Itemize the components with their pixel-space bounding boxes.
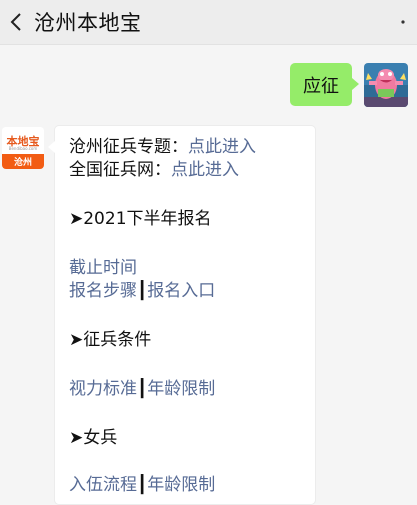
female-age-limit-link[interactable]: 年龄限制 bbox=[147, 475, 215, 495]
incoming-message-bubble: 沧州征兵专题：点此进入 全国征兵网：点此进入 ➤2021下半年报名 截止时间 报… bbox=[48, 125, 316, 505]
local-topic-link[interactable]: 点此进入 bbox=[188, 137, 256, 157]
age-limit-link[interactable]: 年龄限制 bbox=[147, 379, 215, 399]
national-site-label: 全国征兵网： bbox=[69, 160, 171, 180]
steps-link[interactable]: 报名步骤 bbox=[69, 281, 137, 301]
enlistment-process-link[interactable]: 入伍流程 bbox=[69, 475, 137, 495]
separator: ┃ bbox=[137, 379, 148, 399]
outgoing-message-bubble[interactable]: 应征 bbox=[290, 63, 359, 106]
sender-url-text: Bendibao.com bbox=[8, 146, 38, 151]
chat-title: 沧州本地宝 bbox=[34, 11, 142, 35]
top-bar: 沧州本地宝 bbox=[0, 0, 417, 45]
local-topic-label: 沧州征兵专题： bbox=[69, 137, 188, 157]
sender-city-text: 沧州 bbox=[13, 158, 32, 168]
separator: ┃ bbox=[137, 281, 148, 301]
national-site-link[interactable]: 点此进入 bbox=[171, 160, 239, 180]
deadline-link[interactable]: 截止时间 bbox=[69, 257, 137, 279]
section-heading-conditions: ➤征兵条件 bbox=[69, 330, 152, 350]
chevron-left-icon[interactable] bbox=[7, 11, 27, 33]
section-heading-registration: ➤2021下半年报名 bbox=[69, 209, 212, 229]
more-dots-icon[interactable] bbox=[391, 14, 407, 30]
separator: ┃ bbox=[137, 475, 148, 495]
line-conditions-links: 视力标准┃年龄限制 bbox=[69, 378, 215, 400]
section-heading-female: ➤女兵 bbox=[69, 428, 118, 448]
outgoing-message-text: 应征 bbox=[303, 75, 339, 97]
line-female-links: 入伍流程┃年龄限制 bbox=[69, 474, 215, 496]
user-avatar-image bbox=[364, 63, 408, 107]
sender-avatar[interactable]: 本地宝 Bendibao.com 沧州 bbox=[2, 127, 44, 169]
line-local-topic: 沧州征兵专题：点此进入 bbox=[69, 136, 256, 158]
vision-standard-link[interactable]: 视力标准 bbox=[69, 379, 137, 399]
line-national-site: 全国征兵网：点此进入 bbox=[69, 159, 239, 181]
line-registration-links: 报名步骤┃报名入口 bbox=[69, 280, 215, 302]
user-avatar[interactable] bbox=[364, 63, 408, 107]
entry-link[interactable]: 报名入口 bbox=[147, 281, 215, 301]
